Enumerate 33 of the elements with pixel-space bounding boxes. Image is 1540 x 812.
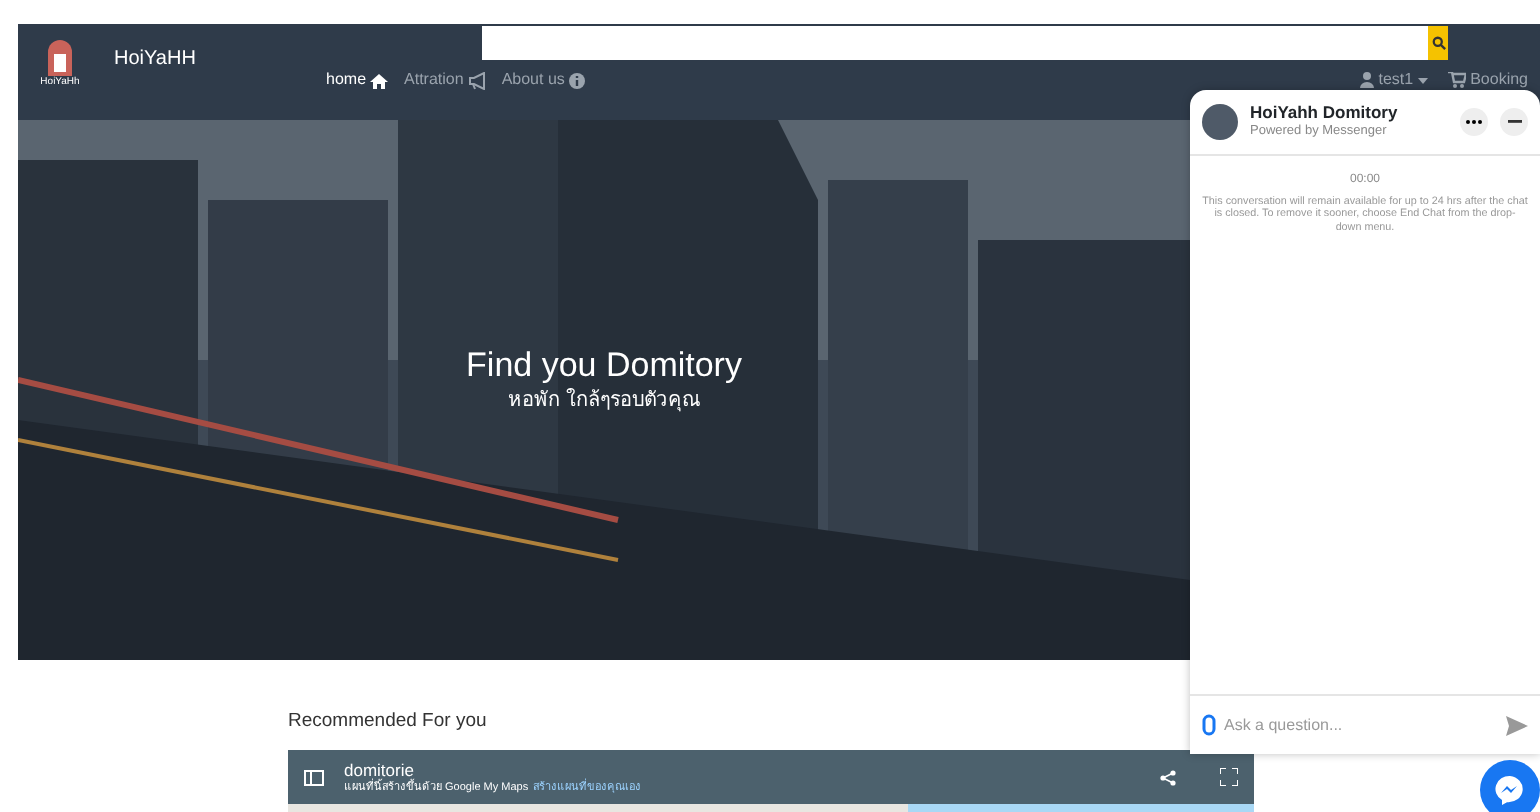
nav-link[interactable]: About us — [501, 68, 587, 92]
minimize-button[interactable] — [1500, 107, 1528, 136]
search-field[interactable] — [482, 26, 1428, 60]
search-button[interactable] — [1428, 26, 1448, 60]
megaphone-icon — [467, 71, 486, 89]
logo-icon — [42, 36, 78, 76]
messenger-icon — [1494, 774, 1526, 806]
brand-name[interactable]: HoiYaHH — [114, 44, 238, 120]
attach-icon[interactable] — [1202, 714, 1216, 736]
messenger-button[interactable] — [1480, 760, 1540, 812]
send-icon[interactable] — [1506, 715, 1528, 735]
hero-subtitle: หอพัก ใกล้ๆรอบตัวคุณ — [508, 390, 700, 412]
minimize-icon — [1507, 119, 1521, 124]
section-heading: Recommended For you — [288, 708, 487, 736]
avatar-icon — [1202, 103, 1238, 140]
nav-link[interactable]: Attration — [404, 68, 486, 92]
search-icon — [1431, 36, 1445, 50]
nav-link[interactable]: home — [326, 68, 389, 92]
booking-link[interactable]: Booking — [1447, 68, 1528, 92]
chat-title: HoiYahh Domitory — [1250, 102, 1400, 122]
user-icon — [1359, 72, 1374, 88]
sidebar-icon[interactable] — [304, 769, 324, 786]
hero-title: Find you Domitory — [466, 346, 742, 386]
user-menu[interactable]: test1 — [1359, 68, 1428, 92]
cart-icon — [1447, 72, 1466, 88]
more-icon — [1466, 119, 1482, 124]
home-icon — [370, 71, 389, 89]
info-icon — [568, 71, 587, 89]
more-button[interactable] — [1460, 107, 1488, 136]
fullscreen-icon[interactable] — [1220, 768, 1238, 787]
share-icon[interactable] — [1160, 769, 1176, 786]
caret-icon — [1417, 77, 1428, 83]
map-title: domitorie — [344, 759, 414, 780]
